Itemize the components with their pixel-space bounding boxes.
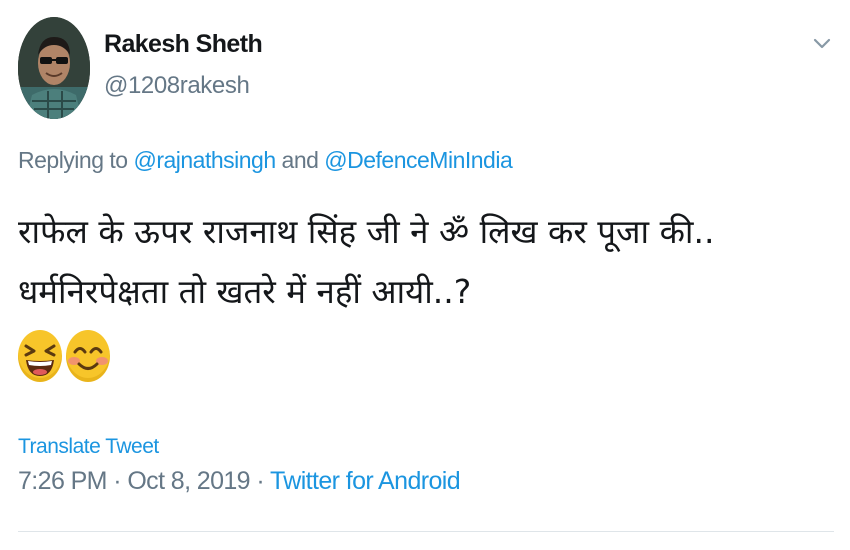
display-name[interactable]: Rakesh Sheth — [104, 30, 263, 59]
tweet-source-link[interactable]: Twitter for Android — [270, 467, 461, 495]
mention-rajnathsingh[interactable]: @rajnathsingh — [133, 147, 276, 173]
divider — [18, 531, 834, 532]
tweet-time[interactable]: 7:26 PM — [18, 467, 108, 495]
grinning-squinting-face-icon — [18, 330, 62, 382]
chevron-down-icon[interactable] — [808, 30, 836, 58]
avatar[interactable] — [18, 17, 90, 119]
replying-to-label: Replying to — [18, 147, 134, 173]
replying-to: Replying to @rajnathsingh and @DefenceMi… — [18, 147, 513, 174]
replying-to-joiner: and — [275, 147, 325, 173]
tweet-date[interactable]: Oct 8, 2019 — [127, 467, 250, 495]
smiling-face-with-smiling-eyes-icon — [66, 330, 110, 382]
tweet-meta: 7:26 PM · Oct 8, 2019 · Twitter for Andr… — [18, 467, 461, 496]
tweet-text-line: राफेल के ऊपर राजनाथ सिंह जी ने ॐ लिख कर … — [18, 212, 715, 251]
meta-separator: · — [249, 467, 270, 495]
tweet-text: राफेल के ऊपर राजनाथ सिंह जी ने ॐ लिख कर … — [18, 202, 828, 322]
tweet-text-line: धर्मनिरपेक्षता तो खतरे में नहीं आयी..? — [18, 272, 472, 311]
avatar-photo — [18, 17, 90, 119]
user-handle[interactable]: @1208rakesh — [104, 72, 250, 100]
translate-tweet-link[interactable]: Translate Tweet — [18, 435, 159, 459]
meta-separator: · — [106, 467, 128, 495]
mention-defenceminindia[interactable]: @DefenceMinIndia — [324, 147, 512, 173]
